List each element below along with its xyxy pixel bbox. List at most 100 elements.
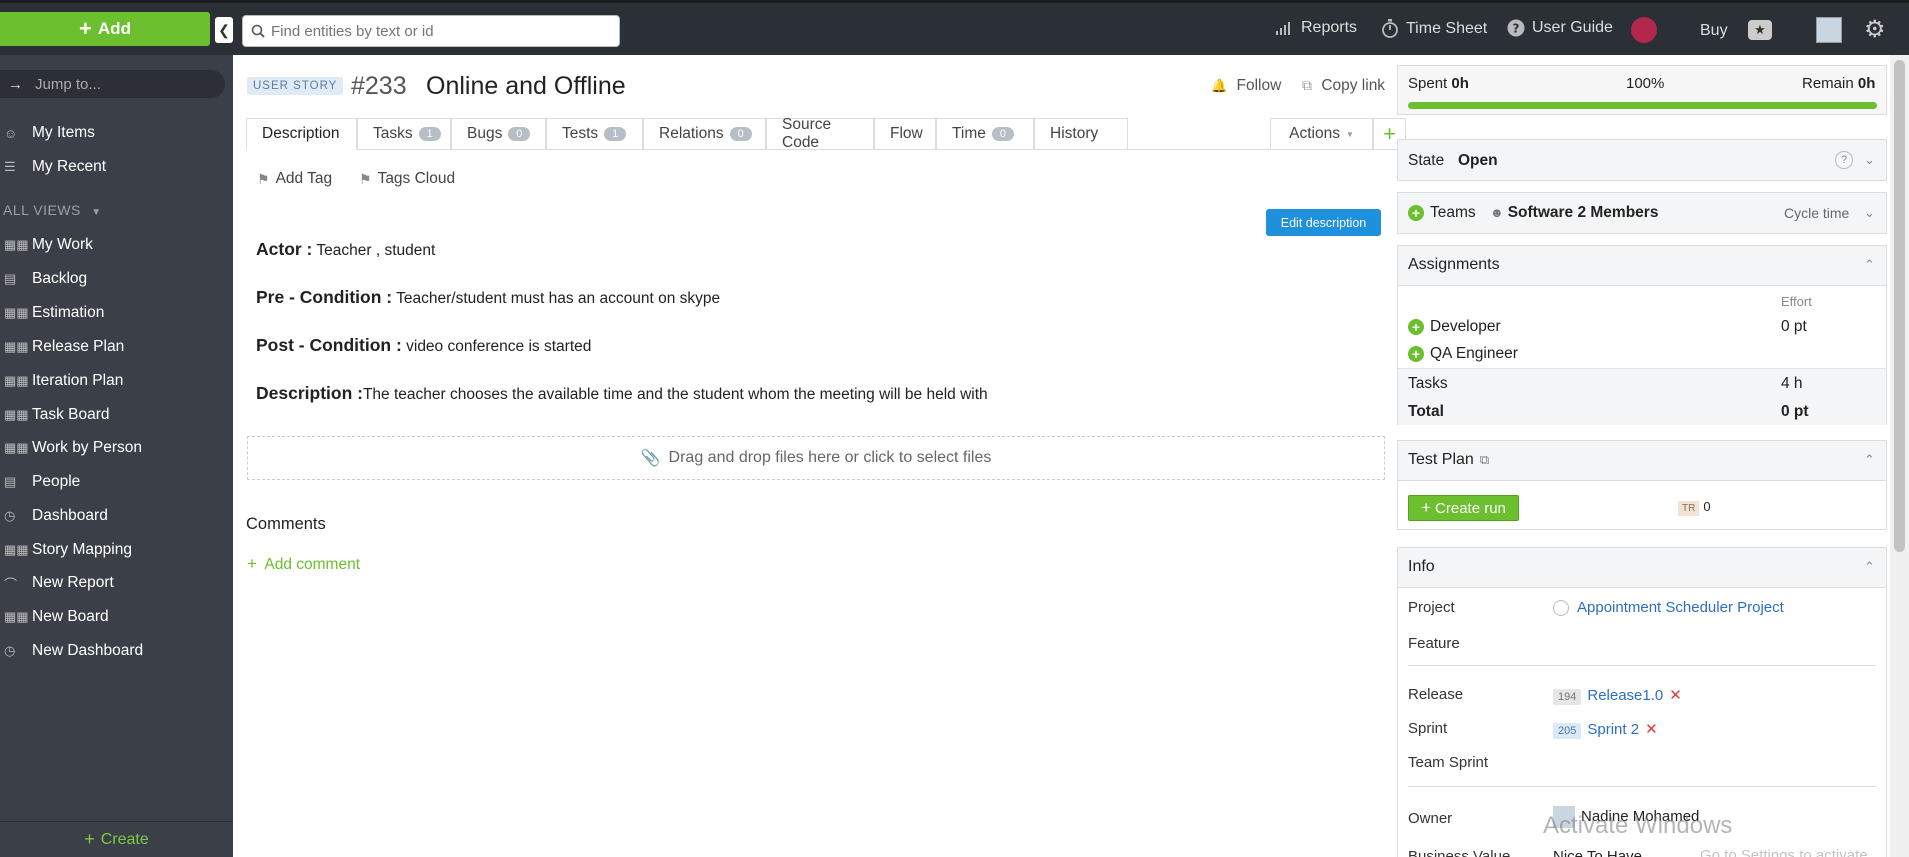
sidebar-item-release-plan[interactable]: ▦▦ Release Plan [0,334,233,360]
remain-amount: 0h [1857,75,1876,92]
user-guide-label: User Guide [1532,19,1613,36]
tags-cloud-button[interactable]: ⚑ Tags Cloud [359,170,455,188]
board-icon: ▦▦ [4,373,29,388]
sidebar-item-estimation[interactable]: ▦▦ Estimation [0,300,233,326]
info-header[interactable]: Info ⌃ [1398,548,1886,588]
add-button[interactable]: + Add [0,12,210,46]
state-label: State [1408,152,1445,169]
assignment-role-developer[interactable]: + Developer [1408,318,1501,336]
help-icon: ? [1507,19,1525,37]
actions-dropdown[interactable]: Actions ▼ [1270,118,1373,150]
dashboard-icon: ◷ [4,508,16,523]
remove-icon[interactable]: ✕ [1645,721,1658,738]
description-key: Actor : [256,239,313,259]
info-title: Info [1408,558,1435,575]
tab-label: Relations [659,125,724,142]
page-scrollbar[interactable] [1890,55,1909,857]
description-value: Teacher , student [312,242,436,259]
sidebar-item-work-by-person[interactable]: ▦▦ Work by Person [0,435,233,461]
add-circle-icon: + [1408,345,1424,362]
tab-tasks[interactable]: Tasks 1 [357,118,451,150]
user-guide-link[interactable]: ? User Guide [1507,19,1613,37]
sidebar-item-new-report[interactable]: ⌒ New Report [0,570,233,596]
total-value: 0 pt [1781,403,1809,420]
entity-title[interactable]: Online and Offline [426,72,626,101]
sidebar-item-label: Iteration Plan [32,372,124,389]
settings-gear-icon[interactable]: ⚙ [1864,17,1886,43]
copy-link-button[interactable]: ⧉ Copy link [1302,77,1385,95]
sidebar-item-iteration-plan[interactable]: ▦▦ Iteration Plan [0,368,233,394]
collapse-sidebar-button[interactable]: ❮ [215,17,233,43]
tab-count: 0 [508,127,531,141]
scrollbar-thumb[interactable] [1894,60,1905,552]
file-dropzone[interactable]: 📎 Drag and drop files here or click to s… [247,436,1385,480]
add-tag-button[interactable]: ⚑ Add Tag [257,170,332,188]
team-sprint-label: Team Sprint [1408,754,1489,771]
feedback-star-icon[interactable]: ★ [1748,20,1772,40]
state-value: Open [1458,152,1498,169]
tab-tests[interactable]: Tests 1 [546,118,643,150]
divider [1408,665,1876,666]
assignment-role-qa[interactable]: + QA Engineer [1408,345,1518,363]
tab-flow[interactable]: Flow [874,118,936,150]
jump-to-input[interactable]: → Jump to... [0,70,225,98]
board-icon: ▦▦ [4,407,29,422]
open-window-icon[interactable]: ⧉ [1480,452,1489,467]
description-key: Post - Condition : [256,335,402,355]
sprint-id: 205 [1553,723,1582,739]
teams-add[interactable]: + Teams [1408,204,1476,222]
project-circle-icon [1553,600,1569,617]
sidebar-item-label: Estimation [32,304,105,321]
chevron-down-icon[interactable]: ⌄ [1864,205,1875,221]
release-value[interactable]: 194 Release1.0 ✕ [1553,686,1682,705]
teams-value[interactable]: ☻ Software 2 Members [1490,204,1658,222]
search-input[interactable] [271,22,601,40]
assignments-panel: Assignments ⌃ Effort + Developer 0 pt + QA… [1397,245,1887,425]
sidebar-create-button[interactable]: + Create [0,821,233,857]
chevron-down-icon[interactable]: ⌄ [1864,152,1875,168]
tab-label: Source Code [782,116,832,151]
details-panel: Spent 0h 100% Remain 0h State Open ? ⌄ +… [1395,55,1887,857]
test-plan-title-label: Test Plan [1408,451,1474,468]
sidebar-item-new-dashboard[interactable]: ◷ New Dashboard [0,638,233,664]
notification-avatar-icon[interactable] [1631,17,1657,43]
help-icon[interactable]: ? [1835,151,1853,169]
sidebar-item-my-items[interactable]: ☺ My Items [0,120,233,146]
sidebar-item-task-board[interactable]: ▦▦ Task Board [0,402,233,428]
sidebar-item-story-mapping[interactable]: ▦▦ Story Mapping [0,537,233,563]
description-text: Description :The teacher chooses the ava… [256,383,988,404]
plus-icon: + [84,829,95,849]
tab-source-code[interactable]: Source Code [766,116,874,151]
add-comment-button[interactable]: + Add comment [247,554,360,574]
business-value[interactable]: Nice To Have [1553,848,1642,857]
sidebar-item-my-work[interactable]: ▦▦ My Work [0,232,233,258]
tab-relations[interactable]: Relations 0 [643,118,766,150]
sidebar-item-people[interactable]: ▤ People [0,469,233,495]
assignments-header[interactable]: Assignments ⌃ [1398,246,1886,286]
tab-bugs[interactable]: Bugs 0 [451,118,546,150]
test-plan-header[interactable]: Test Plan ⧉ ⌃ [1398,441,1886,481]
cycle-time-link[interactable]: Cycle time [1784,205,1849,221]
timesheet-link[interactable]: Time Sheet [1381,19,1487,39]
tab-history[interactable]: History [1034,118,1128,150]
search-box[interactable] [242,15,620,47]
sidebar-item-dashboard[interactable]: ◷ Dashboard [0,503,233,529]
edit-description-button[interactable]: Edit description [1266,209,1381,236]
tab-time[interactable]: Time 0 [936,118,1034,150]
tab-description[interactable]: Description [246,118,357,151]
sidebar-item-my-recent[interactable]: ☰ My Recent [0,154,233,180]
plus-icon: + [1421,498,1432,517]
reports-label: Reports [1301,19,1358,36]
follow-button[interactable]: 🔔 Follow [1211,77,1281,95]
sidebar-item-backlog[interactable]: ▤ Backlog [0,266,233,292]
project-value[interactable]: Appointment Scheduler Project [1553,599,1784,617]
create-run-button[interactable]: + Create run [1408,495,1519,521]
sprint-value[interactable]: 205 Sprint 2 ✕ [1553,720,1658,739]
sidebar-item-new-board[interactable]: ▦▦ New Board [0,604,233,630]
remove-icon[interactable]: ✕ [1669,687,1682,704]
all-views-header[interactable]: ALL VIEWS ▼ [3,202,102,218]
reports-link[interactable]: Reports [1276,19,1357,37]
state-panel[interactable]: State Open ? ⌄ [1397,139,1887,181]
user-avatar-icon[interactable] [1816,17,1842,43]
buy-link[interactable]: Buy [1700,22,1728,40]
